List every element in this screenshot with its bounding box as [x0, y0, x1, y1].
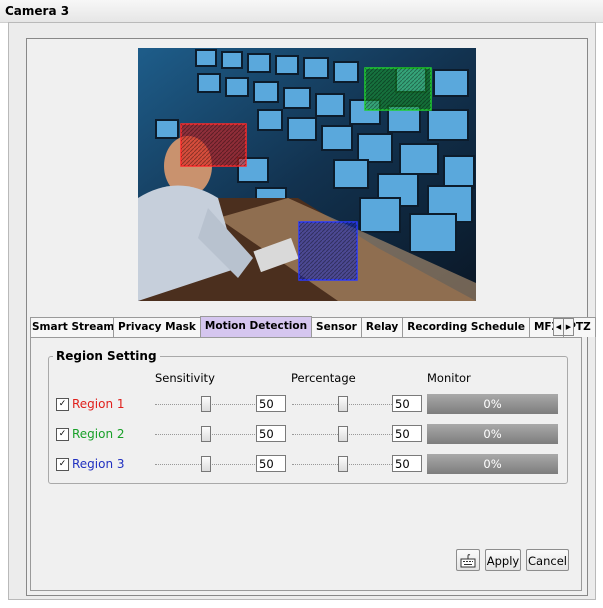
region-2-monitor-bar: 0%	[427, 424, 558, 444]
apply-button[interactable]: Apply	[485, 549, 521, 571]
region-3-sensitivity-slider[interactable]	[155, 455, 255, 474]
region-1-monitor-bar: 0%	[427, 394, 558, 414]
region-1-sensitivity-slider[interactable]	[155, 395, 255, 414]
tab-smart-stream[interactable]: Smart Stream	[30, 317, 114, 337]
sensitivity-header: Sensitivity	[155, 371, 215, 385]
camera-preview[interactable]	[138, 48, 476, 301]
tab-privacy-mask[interactable]: Privacy Mask	[113, 317, 201, 337]
region-3-checkbox[interactable]: ✓	[56, 458, 69, 471]
slider-thumb[interactable]	[338, 396, 348, 412]
settings-tabs: Smart Stream Privacy Mask Motion Detecti…	[30, 316, 596, 337]
region-1-sensitivity-input[interactable]: 50	[256, 395, 286, 412]
slider-thumb[interactable]	[338, 456, 348, 472]
tab-motion-detection[interactable]: Motion Detection	[199, 316, 313, 337]
region-2-sensitivity-slider[interactable]	[155, 425, 255, 444]
region-1-checkbox[interactable]: ✓	[56, 398, 69, 411]
tab-relay[interactable]: Relay	[360, 317, 404, 337]
window-title: Camera 3	[5, 4, 70, 18]
region-2-checkbox[interactable]: ✓	[56, 428, 69, 441]
region-3-monitor-bar: 0%	[427, 454, 558, 474]
region-3-label: Region 3	[72, 457, 125, 471]
slider-thumb[interactable]	[201, 456, 211, 472]
tab-scroll: ◀ ▶	[553, 318, 574, 336]
region-2-label: Region 2	[72, 427, 125, 441]
camera-preview-image	[138, 48, 476, 301]
region-1-label: Region 1	[72, 397, 125, 411]
region-row-2: ✓ Region 2 50 50 0%	[56, 424, 566, 447]
region-3-percentage-slider[interactable]	[292, 455, 392, 474]
percentage-header: Percentage	[291, 371, 356, 385]
region-3-percentage-input[interactable]: 50	[392, 455, 422, 472]
slider-thumb[interactable]	[201, 426, 211, 442]
region-3-sensitivity-input[interactable]: 50	[256, 455, 286, 472]
region-1-percentage-slider[interactable]	[292, 395, 392, 414]
region-setting-title: Region Setting	[53, 349, 160, 363]
tab-sensor[interactable]: Sensor	[311, 317, 362, 337]
region-2-sensitivity-input[interactable]: 50	[256, 425, 286, 442]
slider-thumb[interactable]	[338, 426, 348, 442]
region-row-3: ✓ Region 3 50 50 0%	[56, 454, 566, 477]
keyboard-icon	[460, 554, 476, 568]
region-2-percentage-slider[interactable]	[292, 425, 392, 444]
slider-thumb[interactable]	[201, 396, 211, 412]
monitor-header: Monitor	[427, 371, 471, 385]
window-titlebar: Camera 3	[0, 0, 603, 23]
region-row-1: ✓ Region 1 50 50 0%	[56, 394, 566, 417]
chevron-right-icon[interactable]: ▶	[563, 318, 574, 336]
region-2-percentage-input[interactable]: 50	[392, 425, 422, 442]
region-1-percentage-input[interactable]: 50	[392, 395, 422, 412]
cancel-button[interactable]: Cancel	[526, 549, 569, 571]
keyboard-button[interactable]	[456, 549, 480, 571]
tab-recording-schedule[interactable]: Recording Schedule	[402, 317, 530, 337]
